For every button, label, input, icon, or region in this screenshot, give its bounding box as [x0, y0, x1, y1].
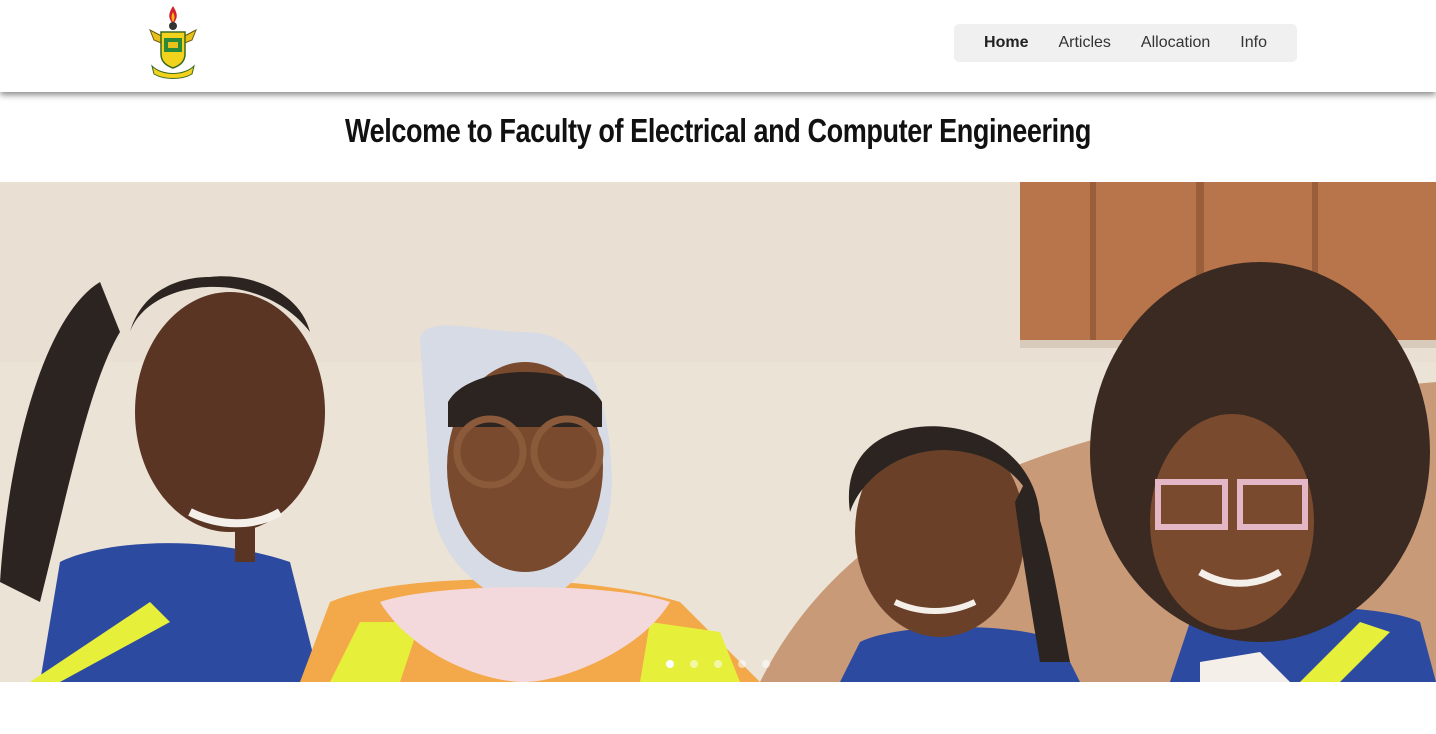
nav-articles-link[interactable]: Articles	[1043, 24, 1125, 62]
carousel-dot-1[interactable]	[666, 660, 674, 668]
nav-home-link[interactable]: Home	[969, 24, 1043, 62]
site-header: Home Articles Allocation Info	[0, 0, 1436, 92]
page-title: Welcome to Faculty of Electrical and Com…	[345, 112, 1091, 149]
nav-info-link[interactable]: Info	[1225, 24, 1282, 62]
carousel-indicators	[0, 660, 1436, 668]
carousel-dot-3[interactable]	[714, 660, 722, 668]
university-crest-logo[interactable]	[146, 4, 200, 80]
main-nav: Home Articles Allocation Info	[954, 24, 1297, 62]
carousel-dot-5[interactable]	[762, 660, 770, 668]
carousel-dot-2[interactable]	[690, 660, 698, 668]
nav-allocation-link[interactable]: Allocation	[1126, 24, 1225, 62]
carousel-dot-4[interactable]	[738, 660, 746, 668]
hero-slide-image	[0, 182, 1436, 682]
hero-carousel[interactable]	[0, 182, 1436, 682]
